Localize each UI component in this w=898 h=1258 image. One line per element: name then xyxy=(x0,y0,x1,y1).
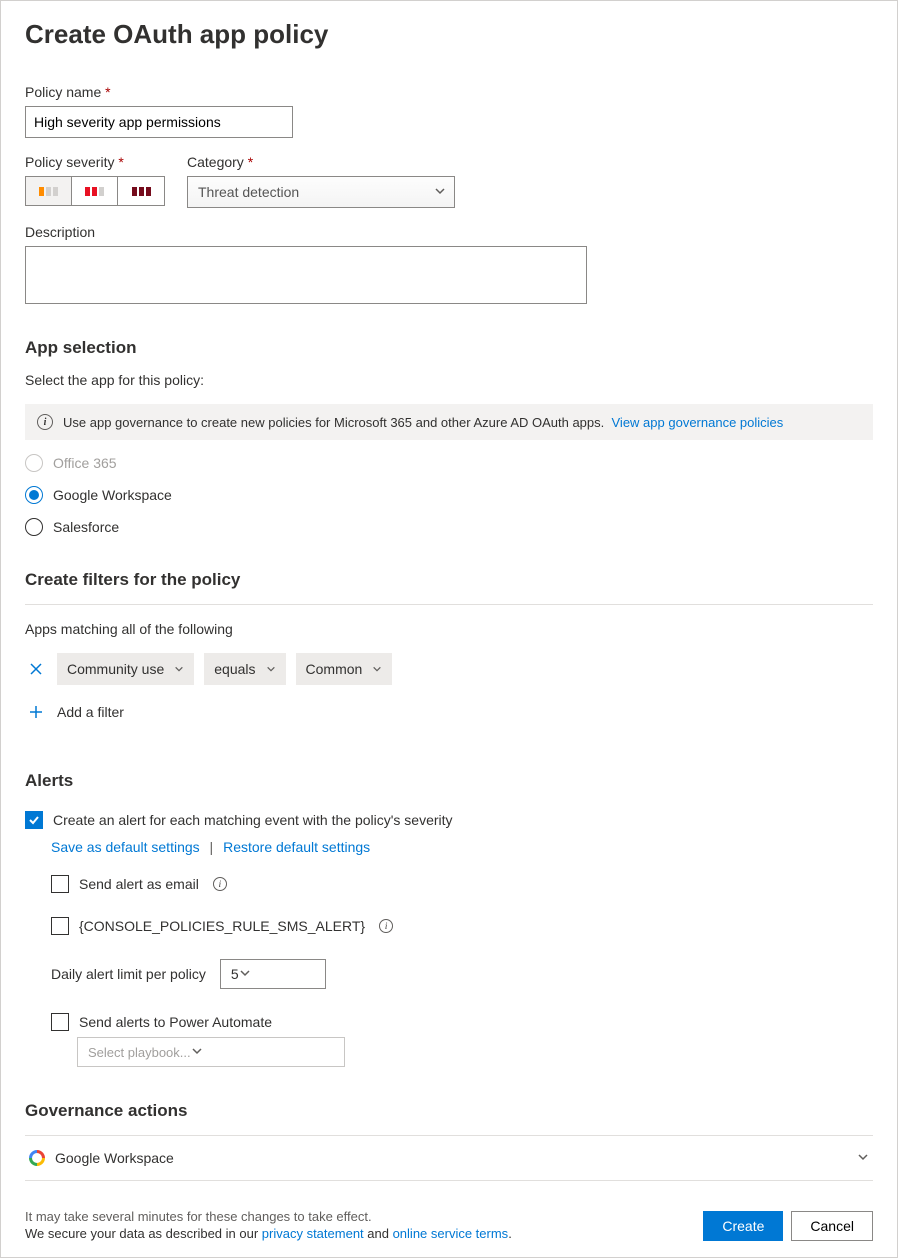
filters-heading: Create filters for the policy xyxy=(25,570,873,590)
app-selection-heading: App selection xyxy=(25,338,873,358)
governance-google-label: Google Workspace xyxy=(55,1150,174,1166)
power-automate-label: Send alerts to Power Automate xyxy=(79,1014,272,1030)
chevron-down-icon xyxy=(434,184,446,200)
add-filter-button[interactable]: Add a filter xyxy=(27,703,873,721)
filter-field-chip[interactable]: Community use xyxy=(57,653,194,685)
checkbox-icon xyxy=(51,917,69,935)
category-label: Category xyxy=(187,154,455,170)
app-option-salesforce[interactable]: Salesforce xyxy=(25,518,873,536)
filter-value-label: Common xyxy=(306,661,363,677)
category-select[interactable]: Threat detection xyxy=(187,176,455,208)
create-button[interactable]: Create xyxy=(703,1211,783,1241)
severity-medium-button[interactable] xyxy=(72,177,118,205)
radio-icon xyxy=(25,454,43,472)
view-app-governance-link[interactable]: View app governance policies xyxy=(612,415,784,430)
footer-note-1: It may take several minutes for these ch… xyxy=(25,1209,512,1224)
chevron-down-icon xyxy=(191,1045,203,1060)
filter-op-label: equals xyxy=(214,661,255,677)
remove-filter-button[interactable] xyxy=(25,658,47,680)
radio-icon xyxy=(25,486,43,504)
app-option-salesforce-label: Salesforce xyxy=(53,519,119,535)
add-filter-label: Add a filter xyxy=(57,704,124,720)
divider xyxy=(25,604,873,605)
chevron-down-icon xyxy=(372,661,382,677)
page-title: Create OAuth app policy xyxy=(25,19,873,50)
app-selection-prompt: Select the app for this policy: xyxy=(25,372,873,388)
policy-severity-group xyxy=(25,176,165,206)
description-textarea[interactable] xyxy=(25,246,587,304)
severity-low-button[interactable] xyxy=(26,177,72,205)
daily-limit-label: Daily alert limit per policy xyxy=(51,966,206,982)
playbook-placeholder: Select playbook... xyxy=(88,1045,191,1060)
policy-severity-label: Policy severity xyxy=(25,154,165,170)
info-icon: i xyxy=(37,414,53,430)
create-alert-checkbox-row[interactable]: Create an alert for each matching event … xyxy=(25,811,873,829)
playbook-select[interactable]: Select playbook... xyxy=(77,1037,345,1067)
filter-value-chip[interactable]: Common xyxy=(296,653,393,685)
filter-op-chip[interactable]: equals xyxy=(204,653,285,685)
google-icon xyxy=(29,1150,45,1166)
governance-heading: Governance actions xyxy=(25,1101,873,1121)
app-option-google[interactable]: Google Workspace xyxy=(25,486,873,504)
terms-link[interactable]: online service terms xyxy=(393,1226,509,1241)
app-option-office365: Office 365 xyxy=(25,454,873,472)
power-automate-checkbox-row[interactable]: Send alerts to Power Automate xyxy=(51,1013,873,1031)
policy-name-label: Policy name xyxy=(25,84,873,100)
send-email-label: Send alert as email xyxy=(79,876,199,892)
info-icon[interactable]: i xyxy=(213,877,227,891)
footer-note-2: We secure your data as described in our … xyxy=(25,1226,512,1241)
cancel-button[interactable]: Cancel xyxy=(791,1211,873,1241)
chevron-down-icon xyxy=(174,661,184,677)
chevron-down-icon xyxy=(857,1150,869,1166)
app-option-office365-label: Office 365 xyxy=(53,455,117,471)
app-option-google-label: Google Workspace xyxy=(53,487,172,503)
category-value: Threat detection xyxy=(198,184,299,200)
info-icon[interactable]: i xyxy=(379,919,393,933)
save-default-link[interactable]: Save as default settings xyxy=(51,839,200,855)
plus-icon xyxy=(27,703,45,721)
checkbox-icon xyxy=(51,875,69,893)
chevron-down-icon xyxy=(266,661,276,677)
filters-matching-label: Apps matching all of the following xyxy=(25,621,873,637)
description-label: Description xyxy=(25,224,873,240)
sms-alert-checkbox-row[interactable]: {CONSOLE_POLICIES_RULE_SMS_ALERT} i xyxy=(51,917,873,935)
separator: | xyxy=(210,839,214,855)
checkbox-icon xyxy=(25,811,43,829)
info-banner: i Use app governance to create new polic… xyxy=(25,404,873,440)
chevron-down-icon xyxy=(239,966,251,982)
sms-alert-label: {CONSOLE_POLICIES_RULE_SMS_ALERT} xyxy=(79,918,365,934)
info-banner-text: Use app governance to create new policie… xyxy=(63,415,604,430)
create-alert-label: Create an alert for each matching event … xyxy=(53,812,453,828)
send-email-checkbox-row[interactable]: Send alert as email i xyxy=(51,875,873,893)
radio-icon xyxy=(25,518,43,536)
policy-name-input[interactable] xyxy=(25,106,293,138)
severity-high-button[interactable] xyxy=(118,177,164,205)
daily-limit-select[interactable]: 5 xyxy=(220,959,326,989)
filter-row: Community use equals Common xyxy=(25,653,873,685)
governance-google-row[interactable]: Google Workspace xyxy=(25,1135,873,1181)
daily-limit-value: 5 xyxy=(231,966,239,982)
filter-field-label: Community use xyxy=(67,661,164,677)
checkbox-icon xyxy=(51,1013,69,1031)
restore-default-link[interactable]: Restore default settings xyxy=(223,839,370,855)
alerts-heading: Alerts xyxy=(25,771,873,791)
privacy-link[interactable]: privacy statement xyxy=(262,1226,364,1241)
